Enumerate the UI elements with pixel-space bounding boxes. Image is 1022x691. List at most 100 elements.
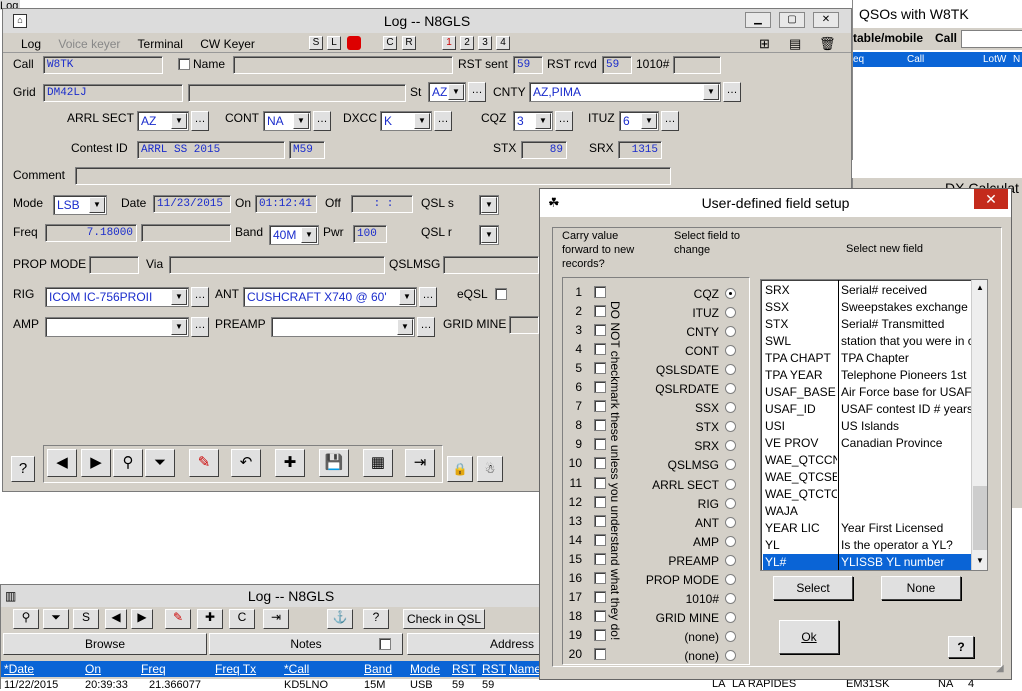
chevron-down-icon[interactable]: ▼ (481, 197, 497, 213)
rig-combo[interactable]: ICOM IC-756PROII ▼ (45, 287, 189, 307)
hot-l[interactable]: L (327, 36, 341, 50)
contest-field[interactable]: ARRL SS 2015 (137, 141, 285, 159)
menu-voice-keyer[interactable]: Voice keyer (58, 37, 120, 51)
field-select-radio[interactable] (725, 478, 736, 490)
calendar-icon[interactable]: ▦ (363, 449, 393, 477)
chevron-down-icon[interactable]: ▼ (448, 84, 464, 100)
list-item[interactable]: USAF_ID USAF contest ID # years (763, 401, 971, 418)
new-field-list[interactable]: SRX Serial# received SSX Sweepstakes exchan… (760, 279, 988, 571)
carry-forward-checkbox[interactable] (594, 533, 606, 546)
preamp-combo[interactable]: ▼ (271, 317, 415, 337)
cqz-more-button[interactable]: … (555, 111, 573, 131)
via-field[interactable] (169, 256, 385, 274)
on-field[interactable]: 01:12:41 (255, 195, 317, 213)
date-field[interactable]: 11/23/2015 (153, 195, 231, 213)
carry-forward-checkbox[interactable] (594, 552, 606, 565)
hot-2[interactable]: 2 (460, 36, 474, 50)
carry-forward-checkbox[interactable] (594, 590, 606, 603)
list-item[interactable]: WAE_QTCTO (763, 486, 971, 503)
eraser-icon[interactable]: ✎ (165, 609, 191, 629)
chevron-down-icon[interactable]: ▼ (641, 113, 657, 129)
list-item[interactable]: SRX Serial# received (763, 282, 971, 299)
chevron-down-icon[interactable]: ▼ (293, 113, 309, 129)
qslmsg-field[interactable] (443, 256, 539, 274)
chevron-down-icon[interactable]: ▼ (481, 227, 497, 243)
carry-forward-checkbox[interactable] (594, 457, 606, 470)
field-select-radio[interactable] (725, 516, 736, 528)
arrl-combo[interactable]: AZ ▼ (137, 111, 189, 131)
carry-forward-checkbox[interactable] (594, 647, 606, 660)
mode-combo[interactable]: LSB ▼ (53, 195, 107, 215)
check-in-qsl-button[interactable]: Check in QSL (403, 609, 485, 629)
name-checkbox[interactable] (178, 58, 190, 70)
list-item[interactable]: STX Serial# Transmitted (763, 316, 971, 333)
help-icon[interactable]: ? (11, 456, 35, 482)
dxcc-more-button[interactable]: … (434, 111, 452, 131)
ituz-more-button[interactable]: … (661, 111, 679, 131)
field-select-radio[interactable] (725, 288, 736, 299)
chevron-down-icon[interactable]: ▼ (414, 113, 430, 129)
carry-forward-checkbox[interactable] (594, 476, 606, 489)
carry-forward-checkbox[interactable] (594, 381, 606, 394)
grid-mine-field[interactable] (509, 316, 539, 334)
stx-field[interactable]: 89 (521, 141, 567, 159)
prop-mode-field[interactable] (89, 256, 139, 274)
rst-sent-field[interactable]: 59 (513, 56, 543, 74)
carry-forward-checkbox[interactable] (594, 305, 606, 318)
grid-field[interactable]: DM42LJ (43, 84, 183, 102)
field-select-radio[interactable] (725, 307, 736, 319)
rst-rcvd-field[interactable]: 59 (602, 56, 632, 74)
filter-icon[interactable]: ⏷ (43, 609, 69, 629)
next-icon[interactable]: ▶ (131, 609, 153, 629)
scroll-down-icon[interactable]: ▼ (972, 553, 987, 569)
prev-record-icon[interactable]: ◀ (47, 449, 77, 477)
clear-button[interactable]: C (229, 609, 255, 629)
freq-field[interactable]: 7.18000 (45, 224, 137, 242)
exit-icon[interactable]: ⇥ (405, 449, 435, 477)
carry-forward-checkbox[interactable] (594, 571, 606, 584)
carry-forward-checkbox[interactable] (594, 514, 606, 527)
chevron-down-icon[interactable]: ▼ (535, 113, 551, 129)
menu-log[interactable]: Log (21, 37, 41, 51)
cont-combo[interactable]: NA ▼ (263, 111, 311, 131)
chevron-down-icon[interactable]: ▼ (301, 227, 317, 243)
select-button[interactable]: Select (773, 576, 853, 600)
carry-forward-checkbox[interactable] (594, 324, 606, 337)
hot-s[interactable]: S (309, 36, 323, 50)
hot-4[interactable]: 4 (496, 36, 510, 50)
field-select-radio[interactable] (725, 649, 736, 661)
list-item[interactable]: WAE_QTCSE (763, 469, 971, 486)
chevron-down-icon[interactable]: ▼ (89, 197, 105, 213)
anchor-icon[interactable]: ⚓ (327, 609, 353, 629)
ant-combo[interactable]: CUSHCRAFT X740 @ 60' ▼ (243, 287, 417, 307)
add-record-icon[interactable]: ✚ (275, 449, 305, 477)
ten10-field[interactable] (673, 56, 721, 74)
arrl-more-button[interactable]: … (191, 111, 209, 131)
carry-forward-checkbox[interactable] (594, 419, 606, 432)
dxcc-combo[interactable]: K ▼ (380, 111, 432, 131)
carry-forward-checkbox[interactable] (594, 286, 606, 298)
list-item[interactable]: SWL station that you were in c (763, 333, 971, 350)
cqz-combo[interactable]: 3 ▼ (513, 111, 553, 131)
list-item[interactable]: WAE_QTCCN (763, 452, 971, 469)
close-icon[interactable]: ✕ (974, 189, 1008, 209)
scrollbar[interactable]: ▲ ▼ (971, 280, 987, 570)
carry-forward-checkbox[interactable] (594, 362, 606, 375)
list-item[interactable]: USI US Islands (763, 418, 971, 435)
ituz-combo[interactable]: 6 ▼ (619, 111, 659, 131)
menu-terminal[interactable]: Terminal (138, 37, 183, 51)
chevron-down-icon[interactable]: ▼ (171, 289, 187, 305)
add-icon[interactable]: ✚ (197, 609, 223, 629)
cnty-more-button[interactable]: … (723, 82, 741, 102)
none-button[interactable]: None (881, 576, 961, 600)
network-icon[interactable]: ⊞ (759, 36, 770, 52)
maximize-button[interactable]: ▢ (779, 12, 805, 28)
prev-icon[interactable]: ◀ (105, 609, 127, 629)
st-more-button[interactable]: … (468, 82, 486, 102)
carry-forward-checkbox[interactable] (594, 495, 606, 508)
undo-icon[interactable]: ↶ (231, 449, 261, 477)
sort-button[interactable]: S (73, 609, 99, 629)
field-select-radio[interactable] (725, 592, 736, 604)
name-field[interactable] (233, 56, 453, 74)
list-item[interactable]: SSX Sweepstakes exchange (763, 299, 971, 316)
